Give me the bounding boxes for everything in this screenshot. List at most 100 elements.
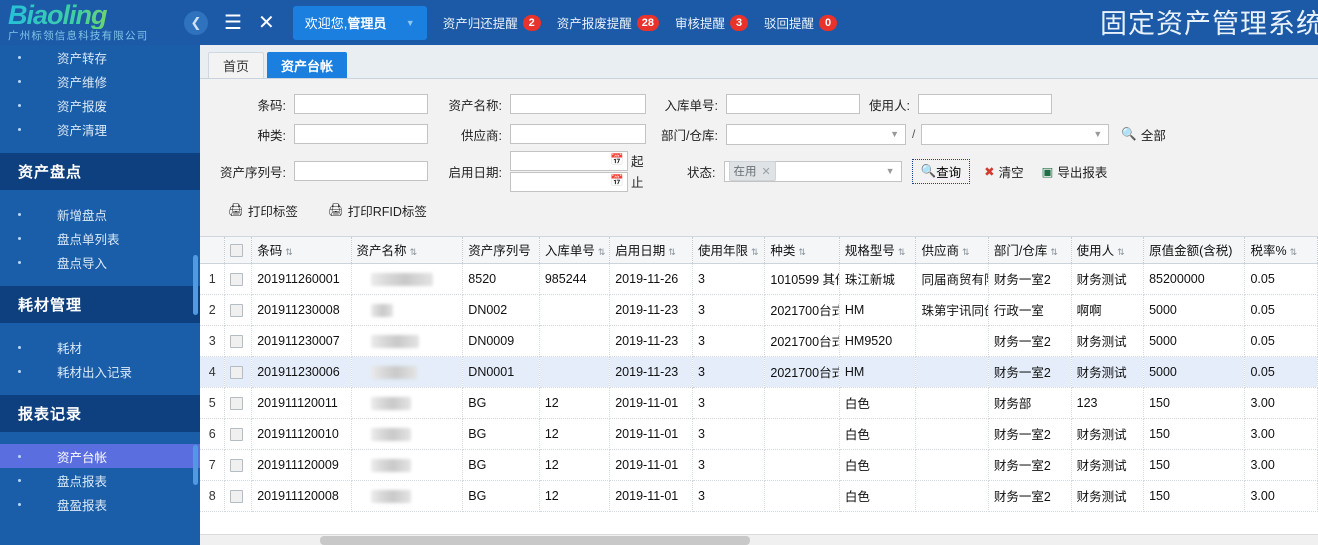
serial-no-input[interactable] bbox=[294, 161, 428, 181]
category-input[interactable] bbox=[294, 124, 428, 144]
sort-arrows-icon[interactable]: ⇅ bbox=[410, 247, 417, 257]
cell-serial_no: DN0009 bbox=[463, 325, 540, 356]
row-checkbox[interactable] bbox=[225, 356, 252, 387]
close-icon[interactable]: ✕ bbox=[762, 165, 771, 178]
sort-arrows-icon[interactable]: ⇅ bbox=[1050, 247, 1057, 257]
select-all-checkbox[interactable] bbox=[225, 237, 252, 263]
sort-arrows-icon[interactable]: ⇅ bbox=[898, 247, 905, 257]
checkbox-icon[interactable] bbox=[230, 428, 243, 441]
sidebar-item-asset-cleanup[interactable]: 资产清理 bbox=[0, 117, 200, 141]
date-from-input[interactable]: 📅 bbox=[510, 151, 628, 171]
column-header-supplier[interactable]: 供应商⇅ bbox=[916, 237, 988, 263]
table-row[interactable]: 5201911120011BG122019-11-013白色财务部1231503… bbox=[200, 387, 1318, 418]
column-header-inbound_no[interactable]: 入库单号⇅ bbox=[539, 237, 609, 263]
sidebar-item-consumable-records[interactable]: 耗材出入记录 bbox=[0, 359, 200, 383]
checkbox-icon[interactable] bbox=[230, 397, 243, 410]
calendar-icon[interactable]: 📅 bbox=[610, 155, 624, 166]
checkbox-icon[interactable] bbox=[230, 335, 243, 348]
sidebar-item-asset-scrap[interactable]: 资产报废 bbox=[0, 93, 200, 117]
warehouse-select[interactable]: ▼ bbox=[921, 124, 1109, 145]
row-checkbox[interactable] bbox=[225, 263, 252, 294]
column-header-category[interactable]: 种类⇅ bbox=[765, 237, 840, 263]
sort-arrows-icon[interactable]: ⇅ bbox=[668, 247, 675, 257]
alert-audit[interactable]: 审核提醒 3 bbox=[675, 13, 748, 32]
column-header-asset_name[interactable]: 资产名称⇅ bbox=[351, 237, 463, 263]
column-header-model[interactable]: 规格型号⇅ bbox=[839, 237, 916, 263]
sort-arrows-icon[interactable]: ⇅ bbox=[285, 247, 292, 257]
tab-asset-ledger[interactable]: 资产台帐 bbox=[267, 52, 347, 78]
sidebar-item-asset-repair[interactable]: 资产维修 bbox=[0, 69, 200, 93]
sidebar-item-inventory-report[interactable]: 盘点报表 bbox=[0, 468, 200, 492]
status-select[interactable]: 在用 ✕ ▼ bbox=[724, 161, 902, 182]
inbound-no-input[interactable] bbox=[726, 94, 860, 114]
checkbox-icon[interactable] bbox=[230, 366, 243, 379]
column-header-tax[interactable]: 税率%⇅ bbox=[1245, 237, 1318, 263]
horizontal-scrollbar-thumb[interactable] bbox=[320, 536, 750, 545]
sort-arrows-icon[interactable]: ⇅ bbox=[598, 247, 605, 257]
sidebar-item-consumables[interactable]: 耗材 bbox=[0, 335, 200, 359]
hamburger-icon[interactable]: ☰ bbox=[224, 13, 242, 33]
sidebar-item-asset-transfer[interactable]: 资产转存 bbox=[0, 45, 200, 69]
user-input[interactable] bbox=[918, 94, 1052, 114]
checkbox-icon[interactable] bbox=[230, 490, 243, 503]
asset-name-input[interactable] bbox=[510, 94, 646, 114]
row-checkbox[interactable] bbox=[225, 325, 252, 356]
sidebar-item-asset-ledger[interactable]: 资产台帐 bbox=[0, 444, 200, 468]
column-header-dept[interactable]: 部门/仓库⇅ bbox=[988, 237, 1071, 263]
table-row[interactable]: 7201911120009BG122019-11-013白色财务一室2财务测试1… bbox=[200, 449, 1318, 480]
table-row[interactable]: 8201911120008BG122019-11-013白色财务一室2财务测试1… bbox=[200, 480, 1318, 511]
sidebar-item-surplus-report[interactable]: 盘盈报表 bbox=[0, 492, 200, 516]
alert-reject[interactable]: 驳回提醒 0 bbox=[764, 13, 837, 32]
status-tag[interactable]: 在用 ✕ bbox=[729, 161, 776, 181]
label-asset-name: 资产名称: bbox=[428, 95, 510, 114]
table-row[interactable]: 3201911230007DN00092019-11-2332021700台式H… bbox=[200, 325, 1318, 356]
export-button[interactable]: ▣ 导出报表 bbox=[1042, 162, 1108, 181]
column-header-user[interactable]: 使用人⇅ bbox=[1071, 237, 1143, 263]
table-row[interactable]: 2201911230008DN0022019-11-2332021700台式HM… bbox=[200, 294, 1318, 325]
alert-list: 资产归还提醒 2 资产报废提醒 28 审核提醒 3 驳回提醒 0 bbox=[443, 13, 837, 32]
sidebar-collapse-button[interactable]: ❮ bbox=[184, 11, 208, 35]
barcode-input[interactable] bbox=[294, 94, 428, 114]
sidebar-scrollbar[interactable] bbox=[193, 255, 198, 315]
sort-arrows-icon[interactable]: ⇅ bbox=[798, 247, 805, 257]
user-menu-button[interactable]: 欢迎您,管理员 ▼ bbox=[293, 6, 427, 40]
checkbox-icon[interactable] bbox=[230, 273, 243, 286]
select-all-button[interactable]: 🔍 全部 bbox=[1121, 125, 1166, 144]
sidebar-item-inventory-import[interactable]: 盘点导入 bbox=[0, 250, 200, 274]
calendar-icon[interactable]: 📅 bbox=[610, 176, 624, 187]
table-row[interactable]: 4201911230006DN00012019-11-2332021700台式H… bbox=[200, 356, 1318, 387]
sort-arrows-icon[interactable]: ⇅ bbox=[1117, 247, 1124, 257]
column-header-barcode[interactable]: 条码⇅ bbox=[252, 237, 351, 263]
column-header-enable_date[interactable]: 启用日期⇅ bbox=[610, 237, 693, 263]
supplier-input[interactable] bbox=[510, 124, 646, 144]
dept-select[interactable]: ▼ bbox=[726, 124, 906, 145]
column-header-years[interactable]: 使用年限⇅ bbox=[692, 237, 764, 263]
column-header-rownum bbox=[200, 237, 225, 263]
row-checkbox[interactable] bbox=[225, 294, 252, 325]
sort-arrows-icon[interactable]: ⇅ bbox=[751, 247, 758, 257]
close-icon[interactable]: ✕ bbox=[258, 13, 275, 33]
date-to-input[interactable]: 📅 bbox=[510, 172, 628, 192]
table-row[interactable]: 120191126000185209852442019-11-263101059… bbox=[200, 263, 1318, 294]
sort-arrows-icon[interactable]: ⇅ bbox=[1290, 247, 1297, 257]
row-checkbox[interactable] bbox=[225, 418, 252, 449]
checkbox-icon[interactable] bbox=[230, 459, 243, 472]
print-label-button[interactable]: 🖨 打印标签 bbox=[228, 201, 298, 220]
table-row[interactable]: 6201911120010BG122019-11-013白色财务一室2财务测试1… bbox=[200, 418, 1318, 449]
checkbox-icon[interactable] bbox=[230, 244, 243, 257]
row-checkbox[interactable] bbox=[225, 449, 252, 480]
horizontal-scrollbar[interactable] bbox=[200, 534, 1318, 545]
alert-scrap[interactable]: 资产报废提醒 28 bbox=[557, 13, 659, 32]
sort-arrows-icon[interactable]: ⇅ bbox=[962, 247, 969, 257]
row-checkbox[interactable] bbox=[225, 480, 252, 511]
clear-button[interactable]: ✖ 清空 bbox=[984, 162, 1024, 181]
sidebar-item-new-inventory[interactable]: 新增盘点 bbox=[0, 202, 200, 226]
sidebar-item-inventory-list[interactable]: 盘点单列表 bbox=[0, 226, 200, 250]
search-button[interactable]: 🔍 查询 bbox=[912, 159, 971, 184]
checkbox-icon[interactable] bbox=[230, 304, 243, 317]
sidebar-scrollbar-lower[interactable] bbox=[193, 445, 198, 485]
tab-home[interactable]: 首页 bbox=[208, 52, 264, 78]
row-checkbox[interactable] bbox=[225, 387, 252, 418]
print-rfid-button[interactable]: 🖨 打印RFID标签 bbox=[328, 201, 427, 220]
alert-return[interactable]: 资产归还提醒 2 bbox=[443, 13, 541, 32]
